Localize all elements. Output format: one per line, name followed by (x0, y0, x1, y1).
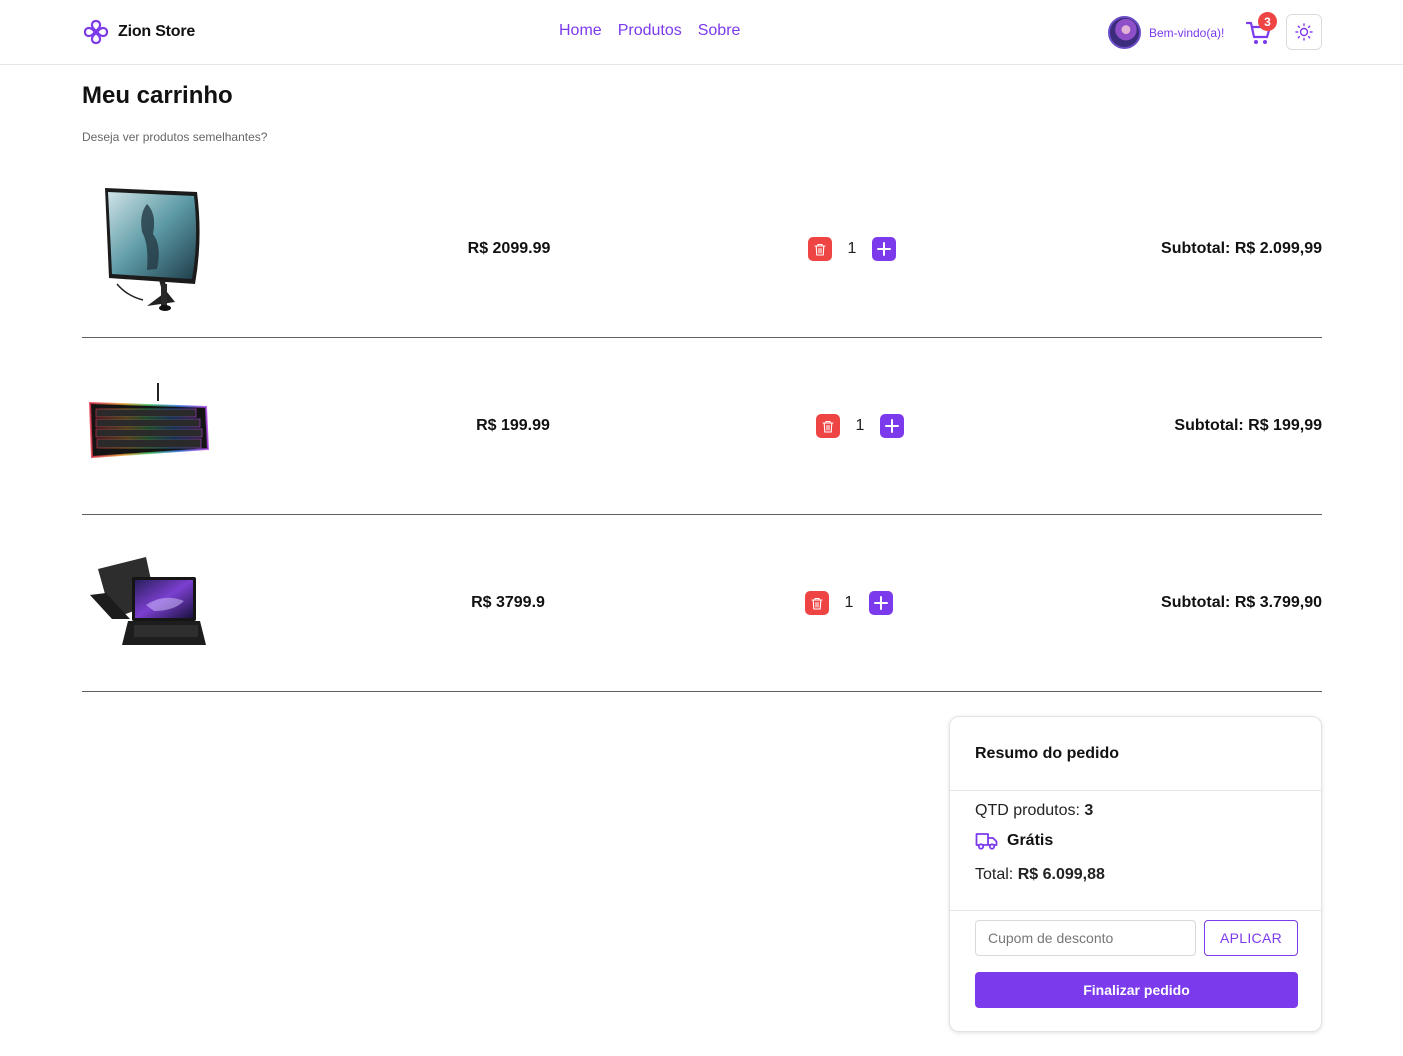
product-image-keyboard[interactable] (82, 361, 212, 491)
summary-total-label: Total: (975, 866, 1014, 883)
product-image-laptop[interactable] (82, 538, 212, 668)
product-image-monitor[interactable] (82, 184, 212, 314)
plus-icon (885, 419, 899, 433)
page-subtitle: Deseja ver produtos semelhantes? (82, 130, 268, 144)
increase-quantity-button[interactable] (869, 591, 893, 615)
quantity-stepper: 1 (808, 237, 896, 261)
nav-produtos-link[interactable]: Produtos (618, 22, 682, 40)
brand[interactable]: Zion Store (82, 18, 195, 46)
main-nav: Home Produtos Sobre (559, 22, 740, 40)
increase-quantity-button[interactable] (880, 414, 904, 438)
user-menu[interactable]: Bem-vindo(a)! (1108, 16, 1224, 49)
trash-icon (811, 597, 823, 610)
nav-home-link[interactable]: Home (559, 22, 602, 40)
summary-title: Resumo do pedido (975, 745, 1119, 762)
apply-coupon-button[interactable]: APLICAR (1204, 920, 1298, 956)
quantity-value: 1 (847, 240, 857, 257)
cart-row: R$ 2099.99 1 Subtotal: R$ 2.099,99 (82, 161, 1322, 338)
unit-price: R$ 3799.9 (471, 594, 545, 611)
shipping-value: Grátis (1007, 832, 1054, 849)
remove-item-button[interactable] (816, 414, 840, 438)
remove-item-button[interactable] (808, 237, 832, 261)
summary-shipping: Grátis (975, 832, 1053, 850)
row-subtotal: Subtotal: R$ 3.799,90 (1161, 594, 1322, 611)
cart-row: R$ 3799.9 1 Subtotal: R$ 3.799,90 (82, 515, 1322, 692)
summary-quantity-label: QTD produtos: (975, 802, 1080, 819)
quantity-stepper: 1 (805, 591, 893, 615)
row-subtotal: Subtotal: R$ 199,99 (1174, 417, 1322, 434)
laptop-icon (90, 557, 206, 645)
remove-item-button[interactable] (805, 591, 829, 615)
row-subtotal: Subtotal: R$ 2.099,99 (1161, 240, 1322, 257)
finish-order-button[interactable]: Finalizar pedido (975, 972, 1298, 1008)
coupon-input[interactable] (975, 920, 1196, 956)
order-summary-card: Resumo do pedido QTD produtos: 3 Grátis … (949, 716, 1322, 1032)
quantity-stepper: 1 (816, 414, 904, 438)
trash-icon (822, 420, 834, 433)
summary-quantity-value: 3 (1084, 802, 1094, 819)
keyboard-icon (88, 383, 210, 459)
avatar[interactable] (1108, 16, 1141, 49)
cart-count-badge: 3 (1258, 12, 1277, 31)
summary-total: Total: R$ 6.099,88 (975, 866, 1105, 884)
sun-icon (1295, 23, 1313, 41)
welcome-text: Bem-vindo(a)! (1149, 25, 1225, 40)
top-header: Zion Store Home Produtos Sobre Bem-vindo… (0, 0, 1403, 65)
plus-icon (874, 596, 888, 610)
trash-icon (814, 243, 826, 256)
page-title: Meu carrinho (82, 82, 233, 109)
unit-price: R$ 199.99 (476, 417, 550, 434)
brand-logo-icon (83, 19, 109, 45)
summary-quantity: QTD produtos: 3 (975, 802, 1093, 820)
quantity-value: 1 (855, 417, 865, 434)
plus-icon (877, 242, 891, 256)
summary-total-value: R$ 6.099,88 (1017, 866, 1105, 883)
cart-row: R$ 199.99 1 Subtotal: R$ 199,99 (82, 338, 1322, 515)
increase-quantity-button[interactable] (872, 237, 896, 261)
theme-toggle-button[interactable] (1286, 14, 1322, 50)
quantity-value: 1 (844, 594, 854, 611)
brand-name: Zion Store (118, 23, 196, 40)
truck-icon (975, 833, 998, 850)
nav-sobre-link[interactable]: Sobre (698, 22, 741, 40)
monitor-icon (105, 188, 200, 311)
divider (950, 910, 1321, 911)
unit-price: R$ 2099.99 (467, 240, 551, 257)
divider (950, 790, 1321, 791)
